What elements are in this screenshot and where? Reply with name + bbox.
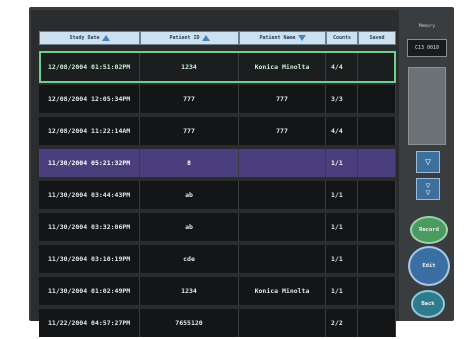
table-row[interactable]: 11/30/2004 03:10:19PM cde 1/1	[39, 243, 396, 275]
header-patient-id[interactable]: Patient ID	[140, 31, 239, 45]
study-date-cell: 12/08/2004 12:05:34PM	[39, 85, 140, 113]
edit-button[interactable]: Edit	[408, 246, 450, 286]
count-cell: 1/1	[326, 213, 358, 241]
count-cell: 2/2	[326, 309, 358, 337]
saved-cell	[358, 117, 396, 145]
patient-name-cell: Konica Minolta	[239, 277, 326, 305]
study-date-cell: 11/30/2004 03:32:06PM	[39, 213, 140, 241]
study-date-cell: 11/30/2004 03:10:19PM	[39, 245, 140, 273]
table-row[interactable]: 12/08/2004 12:05:34PM 777 777 3/3	[39, 83, 396, 115]
patient-id-cell: ab	[140, 213, 239, 241]
table-row[interactable]: 11/30/2004 03:44:43PM ab 1/1	[39, 179, 396, 211]
count-cell: 1/1	[326, 277, 358, 305]
patient-id-cell: 8	[140, 149, 239, 177]
page-down-button[interactable]: ▽ ▽	[416, 178, 440, 200]
patient-name-cell: Konica Minolta	[239, 53, 326, 81]
table-row[interactable]: 11/30/2004 03:32:06PM ab 1/1	[39, 211, 396, 243]
header-counts[interactable]: Counts	[326, 31, 358, 45]
header-patient-name[interactable]: Patient Name	[239, 31, 326, 45]
patient-name-cell: 777	[239, 117, 326, 145]
study-date-cell: 11/30/2004 01:02:49PM	[39, 277, 140, 305]
study-date-cell: 12/08/2004 11:22:14AM	[39, 117, 140, 145]
patient-name-cell	[239, 309, 326, 337]
patient-id-cell: ab	[140, 181, 239, 209]
study-date-cell: 11/30/2004 03:44:43PM	[39, 181, 140, 209]
side-status-box: C13 0010	[407, 39, 447, 57]
edit-button-label: Edit	[422, 263, 436, 269]
side-panel: Memory C13 0010 ▽ ▽ ▽ Record Edit Back	[404, 13, 450, 319]
study-list-screen: Study Date Patient ID Patient Name Count…	[31, 10, 399, 337]
table-row[interactable]: 11/30/2004 01:02:49PM 1234 Konica Minolta 1…	[39, 275, 396, 307]
header-saved-label: Saved	[369, 35, 385, 41]
scroll-down-button[interactable]: ▽	[416, 151, 440, 173]
saved-cell	[358, 149, 396, 177]
count-cell: 4/4	[326, 117, 358, 145]
header-counts-label: Counts	[332, 35, 352, 41]
chevron-down-icon: ▽	[424, 156, 432, 168]
patient-name-cell	[239, 181, 326, 209]
header-study-date-label: Study Date	[69, 35, 100, 41]
saved-cell	[358, 181, 396, 209]
sort-desc-icon	[297, 35, 306, 41]
patient-id-cell: 777	[140, 117, 239, 145]
saved-cell	[358, 309, 396, 337]
patient-name-cell: 777	[239, 85, 326, 113]
header-patient-name-label: Patient Name	[259, 35, 296, 41]
study-date-cell: 12/08/2004 01:51:02PM	[39, 53, 140, 81]
patient-name-cell	[239, 213, 326, 241]
saved-cell	[358, 85, 396, 113]
count-cell: 1/1	[326, 149, 358, 177]
count-cell: 1/1	[326, 245, 358, 273]
record-button-label: Record	[419, 227, 439, 233]
patient-id-cell: 1234	[140, 277, 239, 305]
back-button-label: Back	[421, 301, 435, 307]
side-blank-panel	[408, 67, 446, 145]
study-rows: 12/08/2004 01:51:02PM 1234 Konica Minolta 4…	[39, 51, 396, 339]
table-row[interactable]: 11/30/2004 05:21:32PM 8 1/1	[39, 147, 396, 179]
sort-asc-icon	[101, 35, 110, 41]
header-patient-id-label: Patient ID	[169, 35, 200, 41]
patient-name-cell	[239, 245, 326, 273]
count-cell: 4/4	[326, 53, 358, 81]
saved-cell	[358, 277, 396, 305]
side-memory-label: Memory	[418, 24, 436, 29]
table-row[interactable]: 12/08/2004 01:51:02PM 1234 Konica Minolta 4…	[39, 51, 396, 83]
count-cell: 3/3	[326, 85, 358, 113]
patient-id-cell: 7655120	[140, 309, 239, 337]
study-date-cell: 11/30/2004 05:21:32PM	[39, 149, 140, 177]
saved-cell	[358, 53, 396, 81]
header-saved[interactable]: Saved	[358, 31, 396, 45]
back-button[interactable]: Back	[411, 290, 445, 318]
table-row[interactable]: 11/22/2004 04:57:27PM 7655120 2/2	[39, 307, 396, 339]
count-cell: 1/1	[326, 181, 358, 209]
table-row[interactable]: 12/08/2004 11:22:14AM 777 777 4/4	[39, 115, 396, 147]
patient-id-cell: 777	[140, 85, 239, 113]
patient-name-cell	[239, 149, 326, 177]
header-study-date[interactable]: Study Date	[39, 31, 140, 45]
saved-cell	[358, 213, 396, 241]
study-date-cell: 11/22/2004 04:57:27PM	[39, 309, 140, 337]
record-button[interactable]: Record	[410, 216, 448, 244]
patient-id-cell: cde	[140, 245, 239, 273]
table-header: Study Date Patient ID Patient Name Count…	[39, 31, 396, 45]
double-chevron-down-icon: ▽ ▽	[425, 181, 431, 197]
patient-id-cell: 1234	[140, 53, 239, 81]
sort-asc-icon	[201, 35, 210, 41]
saved-cell	[358, 245, 396, 273]
